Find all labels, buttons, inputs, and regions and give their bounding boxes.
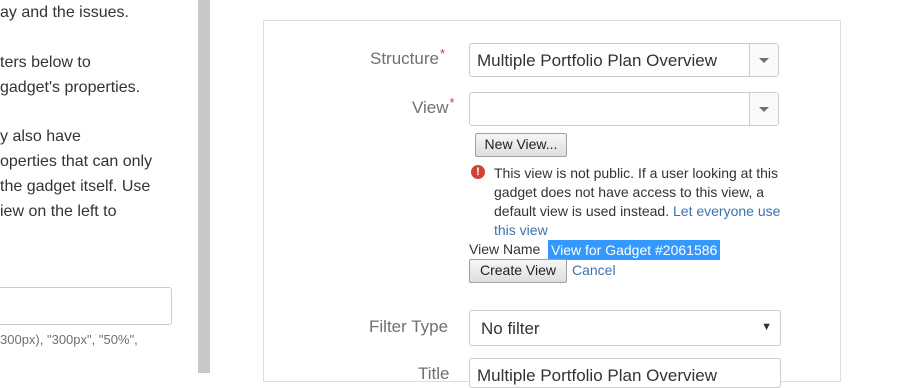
height-input[interactable] (0, 287, 172, 325)
view-name-input[interactable]: View for Gadget #2061586 (548, 240, 721, 260)
title-input[interactable]: Multiple Portfolio Plan Overview (469, 358, 781, 388)
structure-dropdown-button[interactable] (749, 44, 778, 76)
height-hint: 300px), "300px", "50%", (0, 332, 138, 347)
help-text-line: gadget's properties. (0, 79, 141, 96)
create-view-button[interactable]: Create View (469, 259, 567, 283)
help-text-line: operties that can only (0, 153, 153, 170)
required-marker: * (439, 46, 446, 61)
title-input-value: Multiple Portfolio Plan Overview (477, 366, 717, 385)
cancel-link[interactable]: Cancel (572, 262, 616, 278)
view-dropdown-button[interactable] (749, 93, 778, 125)
help-text-line: y also have (0, 128, 81, 145)
triangle-down-icon: ▼ (761, 321, 772, 333)
structure-label: Structure* (370, 46, 446, 68)
help-text-line: the gadget itself. Use (0, 178, 151, 195)
warning-message: This view is not public. If a user looki… (494, 164, 804, 240)
help-text-line: ters below to (0, 54, 91, 71)
title-label: Title (418, 364, 450, 383)
chevron-down-icon (759, 106, 769, 112)
view-select[interactable] (469, 92, 779, 126)
help-text-line: iew on the left to (0, 203, 117, 220)
help-text-line: ay and the issues. (0, 4, 129, 21)
structure-select[interactable]: Multiple Portfolio Plan Overview (469, 43, 779, 77)
filter-type-label: Filter Type (369, 317, 449, 336)
panel-divider[interactable] (198, 0, 210, 373)
required-marker: * (449, 95, 455, 110)
new-view-button[interactable]: New View... (475, 133, 567, 157)
structure-selected-value: Multiple Portfolio Plan Overview (477, 51, 717, 70)
filter-type-selected-value: No filter (481, 319, 540, 338)
view-label: View* (412, 95, 455, 117)
chevron-down-icon (759, 57, 769, 63)
filter-type-select[interactable]: No filter ▼ (469, 310, 781, 346)
error-icon: ! (471, 165, 485, 179)
view-name-label: View Name (469, 241, 541, 257)
help-panel: ay and the issues. ters below to gadget'… (0, 0, 198, 373)
